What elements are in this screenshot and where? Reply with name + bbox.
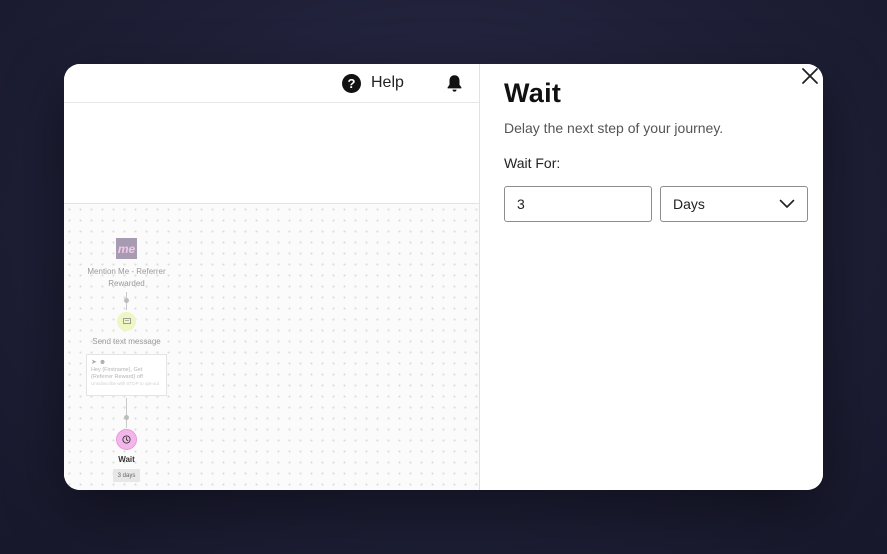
connector-dot <box>124 415 129 420</box>
close-icon <box>802 68 818 84</box>
help-label: Help <box>371 74 404 91</box>
wait-settings-panel: Wait Delay the next step of your journey… <box>480 64 823 490</box>
wait-node-title[interactable]: Wait <box>96 455 157 464</box>
mention-me-logo[interactable]: me <box>116 238 137 259</box>
wait-unit-select[interactable]: Days <box>660 186 808 222</box>
help-button[interactable]: ? Help <box>342 69 404 97</box>
connector-dot <box>124 298 129 303</box>
close-button[interactable] <box>801 67 819 85</box>
chat-icon <box>122 318 131 324</box>
message-node-icon[interactable] <box>117 312 136 331</box>
chevron-down-icon <box>779 199 795 208</box>
wait-amount-input[interactable] <box>504 186 652 222</box>
journey-modal: ? Help me Mention Me - Referrer Rewarded <box>64 64 823 490</box>
bell-icon <box>447 74 461 92</box>
editor-toolbar-area <box>64 103 479 204</box>
message-preview-text: Hey {Firstname}, Get {Referrer Reward} o… <box>91 367 143 380</box>
journey-canvas[interactable]: me Mention Me - Referrer Rewarded Send t… <box>64 204 479 490</box>
wait-for-label: Wait For: <box>504 155 561 171</box>
panel-description: Delay the next step of your journey. <box>504 120 724 136</box>
message-card-header: ➤ ☻ <box>91 358 162 367</box>
panel-title: Wait <box>504 78 562 108</box>
message-preview-card[interactable]: ➤ ☻ Hey {Firstname}, Get {Referrer Rewar… <box>86 354 167 396</box>
trigger-node-title[interactable]: Mention Me - Referrer Rewarded <box>81 266 172 290</box>
emoji-icon: ☻ <box>98 359 107 366</box>
wait-node-icon[interactable] <box>116 429 137 450</box>
message-node-title[interactable]: Send text message <box>81 336 172 348</box>
clock-icon <box>122 435 131 444</box>
editor-topbar: ? Help <box>64 64 479 103</box>
journey-editor: ? Help me Mention Me - Referrer Rewarded <box>64 64 479 490</box>
send-icon: ➤ <box>91 359 97 366</box>
notifications-button[interactable] <box>444 69 464 97</box>
wait-unit-value: Days <box>673 196 705 212</box>
question-circle-icon: ? <box>342 73 361 93</box>
message-preview-subtext: Unsubscribe with STOP to opt-out <box>91 381 159 386</box>
connector-line <box>126 398 127 428</box>
wait-duration-badge: 3 days <box>113 469 140 482</box>
